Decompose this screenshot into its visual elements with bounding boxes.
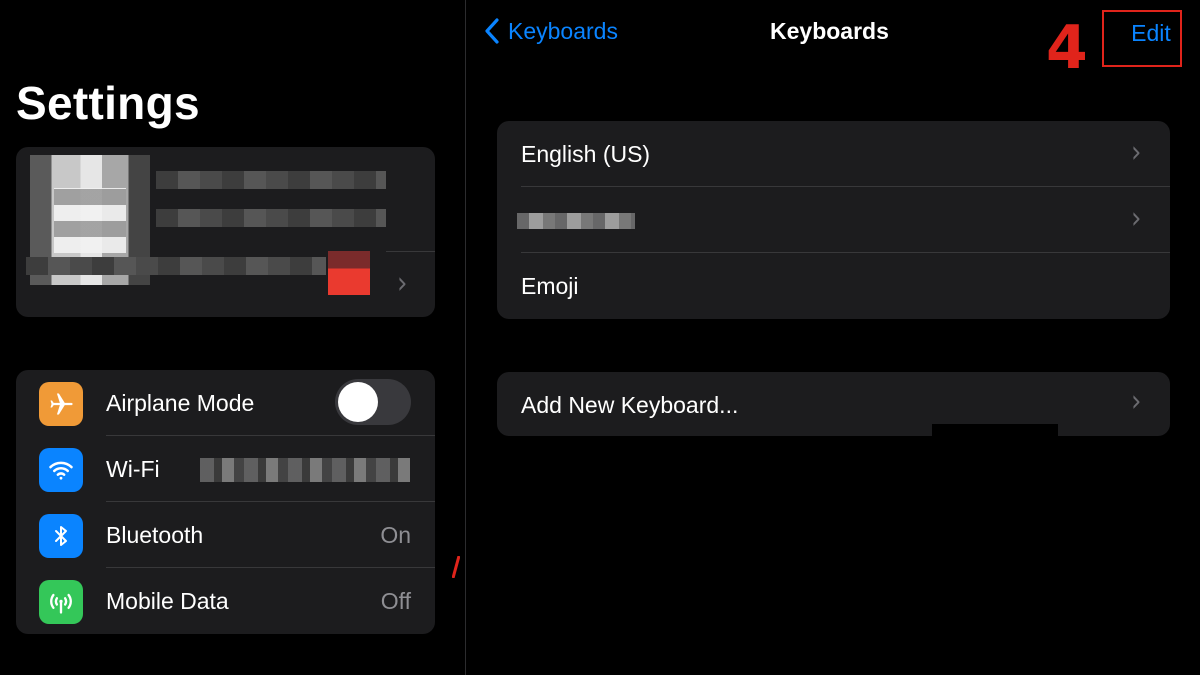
chevron-right-icon: ›: [397, 266, 408, 302]
chevron-right-icon: ›: [1131, 201, 1142, 237]
settings-row-mobile-data[interactable]: Mobile Data Off: [16, 568, 435, 634]
connectivity-settings-group: Airplane Mode Wi-Fi Bluetooth On Mobile …: [16, 370, 435, 634]
back-button-label: Keyboards: [508, 17, 618, 44]
redacted-network-name: [200, 458, 410, 482]
settings-row-wifi[interactable]: Wi-Fi: [16, 436, 435, 502]
back-button[interactable]: Keyboards: [484, 16, 618, 46]
apple-id-profile-card[interactable]: ›: [16, 147, 435, 317]
airplane-icon: [39, 382, 83, 426]
settings-row-label: Bluetooth: [106, 522, 204, 548]
settings-row-label: Mobile Data: [106, 588, 229, 614]
redacted-account-details: [156, 209, 386, 227]
settings-row-label: Airplane Mode: [106, 390, 255, 416]
image-crop-mask: [932, 424, 1058, 440]
settings-row-label: Wi-Fi: [106, 456, 160, 482]
bluetooth-icon: [39, 514, 83, 558]
annotation-arrow-fragment: [452, 556, 460, 578]
keyboard-row-emoji[interactable]: Emoji: [497, 253, 1170, 319]
settings-row-airplane-mode: Airplane Mode: [16, 370, 435, 436]
toggle-knob: [338, 382, 378, 422]
keyboards-list: English (US) › › Emoji: [497, 121, 1170, 319]
add-new-keyboard-row[interactable]: Add New Keyboard... ›: [497, 372, 1170, 436]
keyboard-label: English (US): [521, 141, 651, 167]
edit-button[interactable]: Edit: [1102, 10, 1182, 67]
edit-button-label: Edit: [1131, 20, 1171, 46]
bluetooth-status: On: [380, 522, 411, 548]
keyboard-label: Emoji: [521, 273, 579, 299]
chevron-left-icon: [485, 18, 499, 44]
mobile-data-status: Off: [380, 588, 411, 614]
redacted-badge: [328, 251, 370, 295]
keyboards-detail-pane: Keyboards Keyboards 4 Edit English (US) …: [466, 0, 1200, 675]
chevron-right-icon: ›: [1131, 135, 1142, 171]
settings-sidebar: Settings › Airplane Mode Wi-Fi Bluetooth…: [0, 0, 465, 675]
profile-divider: [386, 251, 435, 252]
keyboard-row-redacted[interactable]: ›: [497, 187, 1170, 253]
chevron-right-icon: ›: [1131, 384, 1142, 420]
wifi-icon: [39, 448, 83, 492]
redacted-account-name: [156, 171, 386, 189]
add-new-keyboard-label: Add New Keyboard...: [521, 392, 739, 418]
airplane-mode-toggle[interactable]: [335, 379, 411, 425]
redacted-keyboard-name: [517, 213, 635, 229]
redacted-account-row: [26, 257, 326, 275]
step-number-annotation: 4: [1046, 13, 1088, 83]
settings-row-bluetooth[interactable]: Bluetooth On: [16, 502, 435, 568]
app-window: Settings › Airplane Mode Wi-Fi Bluetooth…: [0, 0, 1200, 675]
nav-title: Keyboards: [770, 18, 889, 44]
page-title: Settings: [16, 77, 200, 129]
keyboard-row-english-us[interactable]: English (US) ›: [497, 121, 1170, 187]
antenna-icon: [39, 580, 83, 624]
